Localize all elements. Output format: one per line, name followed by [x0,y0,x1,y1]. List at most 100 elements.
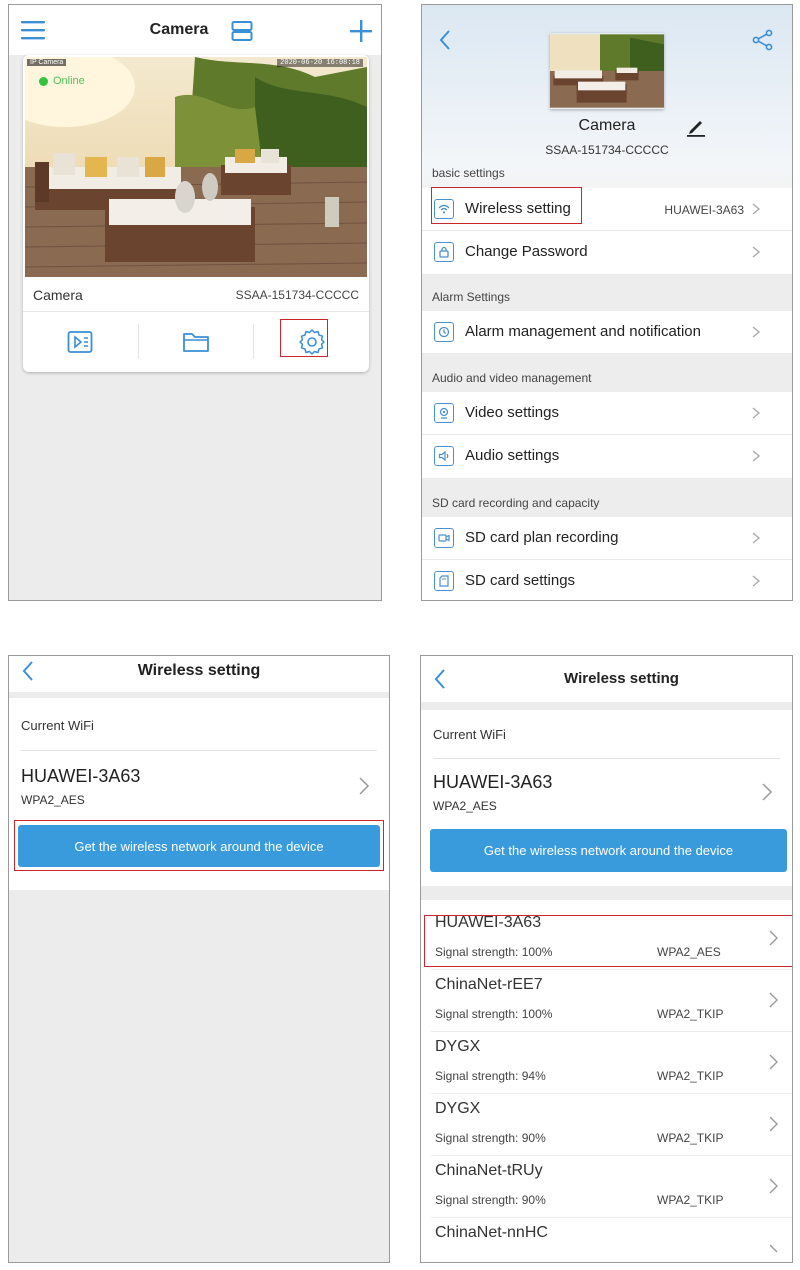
gear-icon [298,328,325,355]
settings-button[interactable] [254,312,369,371]
chevron-right-icon [752,575,761,587]
wireless-scan-screen: Wireless setting Current WiFi HUAWEI-3A6… [420,655,793,1263]
scan-networks-button[interactable]: Get the wireless network around the devi… [430,829,787,872]
chevron-right-icon [769,992,778,1008]
network-encryption: WPA2_TKIP [657,1007,724,1021]
network-encryption: WPA2_TKIP [657,1069,724,1083]
divider [21,750,377,751]
network-item[interactable]: DYGX Signal strength: 94% WPA2_TKIP [421,1032,792,1094]
chevron-right-icon [752,246,761,258]
chevron-right-icon [752,326,761,338]
network-signal: Signal strength: 90% [435,1131,546,1145]
camera-list-screen: Camera IP Camera 2020-06-20 16:08:18 Onl… [8,4,382,601]
playback-icon [67,330,93,353]
camera-timestamp: 2020-06-20 16:08:18 [277,59,363,67]
chevron-right-icon [769,1178,778,1194]
speaker-icon [434,446,454,466]
lock-icon [434,242,454,262]
chevron-right-icon [769,1054,778,1070]
audio-settings-row[interactable]: Audio settings [422,435,792,479]
playback-button[interactable] [23,312,138,371]
online-label: Online [53,75,85,87]
sd-card-settings-row[interactable]: SD card settings [422,560,792,600]
wireless-top-section: Wireless setting Current WiFi HUAWEI-3A6… [9,656,389,890]
online-status: Online [39,75,85,87]
network-signal: Signal strength: 100% [435,945,553,959]
scan-networks-button[interactable]: Get the wireless network around the devi… [18,825,380,867]
video-settings-label: Video settings [465,404,559,421]
alarm-management-row[interactable]: Alarm management and notification [422,311,792,354]
current-wifi-ssid[interactable]: HUAWEI-3A63 [433,772,552,793]
network-item[interactable]: ChinaNet-rEE7 Signal strength: 100% WPA2… [421,970,792,1032]
camera-name: Camera [33,287,83,303]
network-encryption: WPA2_AES [657,945,721,959]
camera-actions [23,311,369,371]
network-item[interactable]: ChinaNet-tRUy Signal strength: 90% WPA2_… [421,1156,792,1218]
folder-icon [183,332,209,352]
chevron-right-icon [752,532,761,544]
change-password-label: Change Password [465,243,588,260]
network-signal: Signal strength: 94% [435,1069,546,1083]
camera-preview[interactable]: IP Camera 2020-06-20 16:08:18 Online [25,57,367,277]
current-wifi-ssid[interactable]: HUAWEI-3A63 [21,766,140,787]
back-chevron-icon[interactable] [438,29,452,51]
camera-overlay-tag: IP Camera [27,59,67,66]
audio-settings-label: Audio settings [465,447,560,464]
page-title: Wireless setting [564,670,679,687]
files-button[interactable] [139,312,254,371]
wireless-setting-label: Wireless setting [465,200,571,217]
camera-thumbnail [550,33,664,109]
chevron-right-icon [769,930,778,946]
chevron-right-icon[interactable] [760,782,774,802]
wireless-setting-screen: Wireless setting Current WiFi HUAWEI-3A6… [8,655,390,1263]
network-ssid: ChinaNet-nnHC [435,1224,548,1241]
sd-plan-recording-label: SD card plan recording [465,529,619,546]
chevron-right-icon [752,450,761,462]
record-icon [434,528,454,548]
section-audio-video: Audio and video management [432,371,592,385]
camera-card[interactable]: IP Camera 2020-06-20 16:08:18 Online Cam… [23,55,369,372]
chevron-right-icon[interactable] [357,776,371,796]
network-item[interactable]: HUAWEI-3A63 Signal strength: 100% WPA2_A… [421,908,792,970]
video-settings-row[interactable]: Video settings [422,392,792,435]
current-wifi-label: Current WiFi [21,718,94,733]
network-ssid: DYGX [435,1100,481,1117]
sd-card-icon [434,571,454,591]
header-divider [421,702,792,710]
change-password-row[interactable]: Change Password [422,231,792,275]
wifi-icon [434,199,454,219]
sd-plan-recording-row[interactable]: SD card plan recording [422,517,792,560]
sd-card-settings-label: SD card settings [465,572,576,589]
top-bar: Camera [9,5,381,55]
network-ssid: HUAWEI-3A63 [435,914,542,931]
edit-pencil-icon[interactable] [686,117,706,137]
layout-toggle-icon[interactable] [231,20,253,42]
network-encryption: WPA2_TKIP [657,1131,724,1145]
wireless-setting-row[interactable]: Wireless setting HUAWEI-3A63 [422,188,792,231]
network-signal: Signal strength: 90% [435,1193,546,1207]
current-wifi-label: Current WiFi [433,727,506,742]
webcam-icon [434,403,454,423]
chevron-right-icon [769,1116,778,1132]
plus-icon[interactable] [349,19,373,43]
network-ssid: ChinaNet-rEE7 [435,976,543,993]
wireless-setting-value: HUAWEI-3A63 [664,203,744,217]
section-alarm-settings: Alarm Settings [432,290,511,304]
section-sd-card: SD card recording and capacity [432,496,600,510]
divider [433,758,780,759]
network-item[interactable]: ChinaNet-nnHC [421,1218,792,1262]
current-wifi-encryption: WPA2_AES [433,799,497,813]
share-icon[interactable] [752,29,774,51]
settings-header: Camera SSAA-151734-CCCCC [422,5,792,188]
network-signal: Signal strength: 100% [435,1007,553,1021]
camera-device-id: SSAA-151734-CCCCC [545,143,669,157]
network-item[interactable]: DYGX Signal strength: 90% WPA2_TKIP [421,1094,792,1156]
section-divider [421,886,792,900]
header-divider [9,692,389,698]
page-title: Wireless setting [137,662,261,679]
alarm-management-label: Alarm management and notification [465,323,701,340]
camera-title: Camera [578,117,636,134]
camera-settings-screen: Camera SSAA-151734-CCCCC basic settings … [421,4,793,601]
patio-scene-image [25,57,367,277]
back-chevron-icon[interactable] [433,668,447,690]
